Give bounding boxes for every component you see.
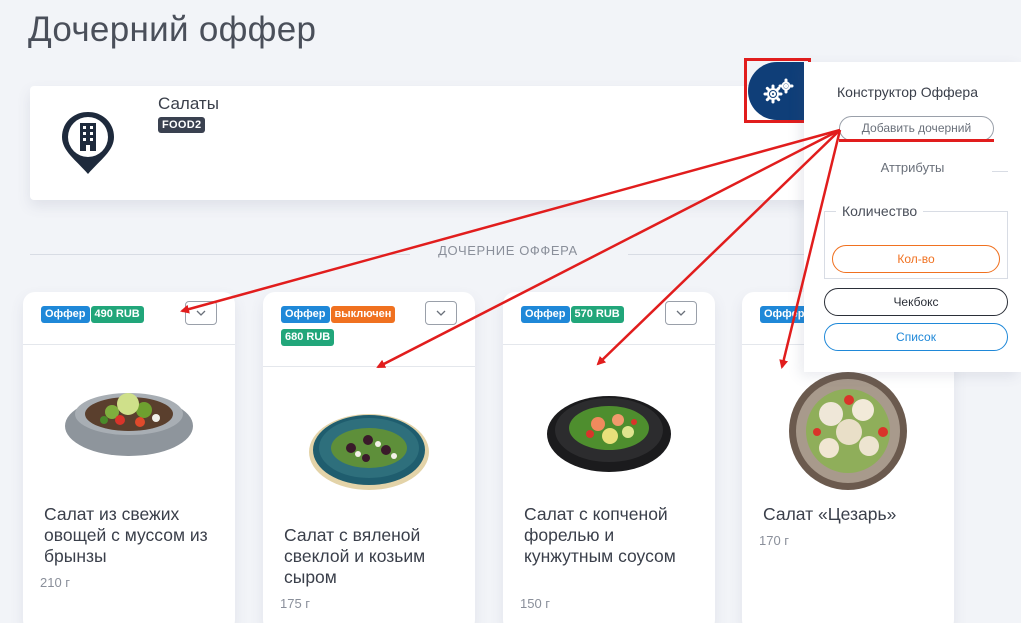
price-badge: 490 RUB [90, 306, 144, 323]
chevron-down-icon [436, 310, 446, 316]
list-button[interactable]: Список [824, 323, 1008, 351]
card-header: Оффер 490 RUB [23, 292, 235, 345]
card-header: Оффер 570 RUB [503, 292, 715, 345]
page-title: Дочерний оффер [28, 10, 317, 49]
annotation-highlight-box [744, 58, 811, 123]
attributes-divider [992, 171, 1008, 172]
offer-constructor-panel: Конструктор Оффера Добавить дочерний Атт… [804, 62, 1021, 372]
food-name: Салат с вяленой свеклой и козьим сыром [284, 525, 426, 587]
food-name: Салат из свежих овощей с муссом из брынз… [44, 504, 208, 566]
food-name: Салат «Цезарь» [763, 504, 897, 524]
annotation-underline [839, 139, 994, 142]
food-weight: 210 г [40, 575, 71, 590]
price-badge: 680 RUB [281, 329, 335, 346]
card-header: Оффер выключен 680 RUB [263, 292, 475, 367]
chevron-down-icon [196, 310, 206, 316]
chevron-down-icon [676, 310, 686, 316]
card-menu-button[interactable] [665, 301, 697, 325]
checkbox-button[interactable]: Чекбокс [824, 288, 1008, 316]
attributes-label: Аттрибуты [880, 160, 945, 175]
badge-group: Оффер 490 RUB [41, 304, 181, 327]
add-child-button[interactable]: Добавить дочерний [839, 116, 994, 141]
offer-badge: Оффер [521, 306, 570, 323]
panel-title: Конструктор Оффера [837, 84, 978, 100]
parent-offer-name: Салаты [158, 94, 219, 113]
child-offer-card[interactable]: Оффер 490 RUB Салат из свежих овощей с му… [23, 292, 235, 623]
food-image [23, 384, 235, 458]
card-menu-button[interactable] [185, 301, 217, 325]
badge-group: Оффер 570 RUB [521, 304, 661, 327]
badge-group: Оффер выключен 680 RUB [281, 304, 421, 350]
parent-offer-card[interactable]: Салаты FOOD2 [30, 86, 810, 200]
child-offer-card[interactable]: Оффер выключен 680 RUB Салат с вяленой све… [263, 292, 475, 623]
food-image [503, 388, 715, 474]
quantity-button[interactable]: Кол-во [832, 245, 1000, 273]
food-image [742, 370, 954, 492]
building-pin-icon [62, 112, 114, 174]
offer-badge: Оффер [281, 306, 330, 323]
quantity-legend: Количество [836, 203, 924, 219]
parent-offer-code: FOOD2 [158, 117, 206, 133]
food-weight: 175 г [280, 596, 311, 611]
food-image [263, 408, 475, 492]
child-offer-card[interactable]: Оффер 570 RUB Салат с копченой форелью и … [503, 292, 715, 623]
status-badge: выключен [330, 306, 396, 323]
food-weight: 170 г [759, 533, 790, 548]
offer-badge: Оффер [41, 306, 90, 323]
card-menu-button[interactable] [425, 301, 457, 325]
price-badge: 570 RUB [570, 306, 624, 323]
food-weight: 150 г [520, 596, 551, 611]
offer-badge: Оффер [760, 306, 809, 323]
food-name: Салат с копченой форелью и кунжутным соу… [524, 504, 676, 566]
